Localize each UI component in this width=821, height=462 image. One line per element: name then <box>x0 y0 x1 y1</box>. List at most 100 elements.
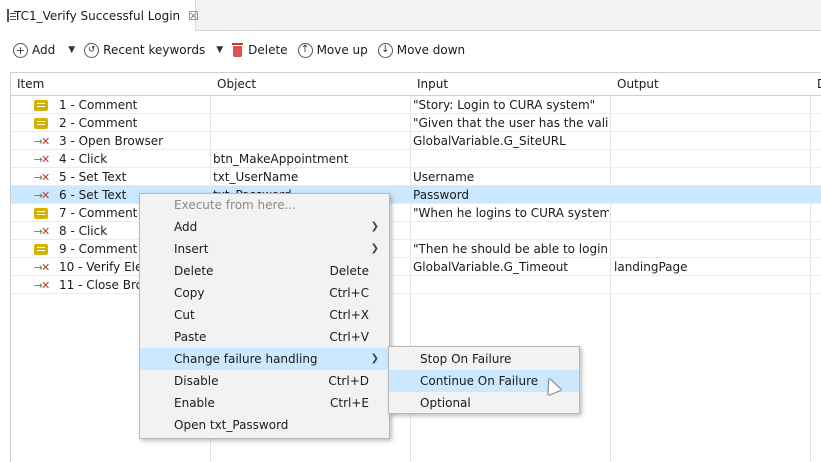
cell-object[interactable] <box>213 132 409 150</box>
cell-output[interactable] <box>614 222 814 240</box>
column-header-output[interactable]: Output <box>611 73 659 95</box>
cell-item[interactable]: 2 - Comment <box>33 114 211 132</box>
cell-input[interactable]: "Then he should be able to login suc <box>413 240 609 258</box>
item-label: 9 - Comment <box>59 242 138 256</box>
table-row[interactable]: 2 - Comment "Given that the user has the … <box>11 114 821 132</box>
submenu-item-stop-on-failure[interactable]: Stop On Failure <box>389 348 579 370</box>
cell-output[interactable] <box>614 132 814 150</box>
comment-icon <box>33 97 49 115</box>
cell-input[interactable] <box>413 276 609 294</box>
cell-input[interactable]: "Story: Login to CURA system" <box>413 96 609 114</box>
menu-item-label: Open txt_Password <box>174 418 289 432</box>
item-label: 1 - Comment <box>59 98 138 112</box>
delete-button[interactable]: Delete <box>232 38 288 62</box>
cell-output[interactable] <box>614 150 814 168</box>
table-row[interactable]: 1 - Comment "Story: Login to CURA system" <box>11 96 821 114</box>
table-row[interactable]: 9 - Comment "Then he should be able to lo… <box>11 240 821 258</box>
plus-icon: + <box>13 42 28 58</box>
column-header-item[interactable]: Item <box>11 73 44 95</box>
cell-object[interactable] <box>213 96 409 114</box>
item-label: 7 - Comment <box>59 206 138 220</box>
add-button[interactable]: + Add <box>13 38 55 62</box>
keyword-step-icon: →✕ <box>33 258 51 276</box>
cell-object[interactable]: btn_MakeAppointment <box>213 150 409 168</box>
menu-item-execute-from-here[interactable]: Execute from here... <box>140 194 389 216</box>
item-label: 2 - Comment <box>59 116 138 130</box>
table-row[interactable]: →✕ 10 - Verify Element Present GlobalVaria… <box>11 258 821 276</box>
cell-output[interactable]: landingPage <box>614 258 814 276</box>
submenu-item-label: Optional <box>420 396 471 410</box>
arrow-down-icon: ↓ <box>377 42 393 58</box>
table-row[interactable]: →✕6 - Set Texttxt_PasswordPassword <box>11 186 821 204</box>
table-row[interactable]: →✕ 8 - Click <box>11 222 821 240</box>
add-dropdown-arrow-icon[interactable]: ▼ <box>68 45 75 55</box>
menu-item-copy[interactable]: Copy Ctrl+C <box>140 282 389 304</box>
item-label: 6 - Set Text <box>59 188 127 202</box>
cell-output[interactable] <box>614 186 814 204</box>
delete-label: Delete <box>248 43 288 57</box>
item-label: 4 - Click <box>59 152 108 166</box>
menu-item-shortcut: Ctrl+D <box>328 374 369 388</box>
step-glyph-icon: →✕ <box>33 279 51 292</box>
menu-item-change-failure-handling[interactable]: Change failure handling ❯ <box>140 348 389 370</box>
cell-input[interactable]: "Given that the user has the valid log <box>413 114 609 132</box>
cell-input[interactable]: GlobalVariable.G_SiteURL <box>413 132 609 150</box>
cell-item[interactable]: →✕ 3 - Open Browser <box>33 132 211 150</box>
cell-output[interactable] <box>614 168 814 186</box>
keyword-step-icon: →✕ <box>33 222 51 240</box>
menu-item-cut[interactable]: Cut Ctrl+X <box>140 304 389 326</box>
recent-keywords-button[interactable]: ↺ Recent keywords <box>84 38 205 62</box>
menu-item-label: Execute from here... <box>174 198 297 212</box>
close-tab-icon[interactable]: ☒ <box>188 9 199 23</box>
table-row[interactable]: →✕ 11 - Close Browser <box>11 276 821 294</box>
menu-item-enable[interactable]: Enable Ctrl+E <box>140 392 389 414</box>
keyword-step-icon: →✕ <box>33 168 51 186</box>
submenu-arrow-icon: ❯ <box>370 353 379 364</box>
cell-object[interactable] <box>213 114 409 132</box>
table-row[interactable]: 7 - Comment "When he logins to CURA syste… <box>11 204 821 222</box>
submenu-item-label: Continue On Failure <box>420 374 539 388</box>
comment-bubble-icon <box>34 117 48 129</box>
menu-item-disable[interactable]: Disable Ctrl+D <box>140 370 389 392</box>
column-header-object[interactable]: Object <box>211 73 256 95</box>
cell-input[interactable] <box>413 222 609 240</box>
table-row[interactable]: →✕ 3 - Open Browser GlobalVariable.G_SiteU… <box>11 132 821 150</box>
cell-input[interactable]: "When he logins to CURA system" <box>413 204 609 222</box>
comment-bubble-icon <box>34 207 48 219</box>
menu-item-label: Cut <box>174 308 195 322</box>
context-menu: Execute from here... Add ❯ Insert ❯ Delete Del… <box>139 193 390 439</box>
editor-tab-bar: TC1_Verify Successful Login ☒ <box>0 0 821 31</box>
column-header-description[interactable]: D <box>811 73 821 95</box>
item-label: 3 - Open Browser <box>59 134 164 148</box>
recent-dropdown-arrow-icon[interactable]: ▼ <box>216 45 223 55</box>
trash-icon <box>232 43 244 57</box>
menu-item-delete[interactable]: Delete Delete <box>140 260 389 282</box>
menu-item-shortcut: Ctrl+V <box>329 330 369 344</box>
cell-input[interactable]: Username <box>413 168 609 186</box>
cell-output[interactable] <box>614 204 814 222</box>
menu-item-shortcut: Ctrl+X <box>329 308 369 322</box>
cell-input[interactable] <box>413 150 609 168</box>
cell-item[interactable]: →✕ 5 - Set Text <box>33 168 211 186</box>
cell-input[interactable]: Password <box>413 186 609 204</box>
move-up-button[interactable]: ↑ Move up <box>297 38 368 62</box>
table-row[interactable]: →✕ 4 - Click btn_MakeAppointment <box>11 150 821 168</box>
menu-item-paste[interactable]: Paste Ctrl+V <box>140 326 389 348</box>
table-row[interactable]: →✕ 5 - Set Text txt_UserName Username <box>11 168 821 186</box>
move-down-button[interactable]: ↓ Move down <box>377 38 465 62</box>
cell-output[interactable] <box>614 240 814 258</box>
cell-object[interactable]: txt_UserName <box>213 168 409 186</box>
tab-test-case[interactable]: TC1_Verify Successful Login ☒ <box>0 0 199 31</box>
menu-item-insert[interactable]: Insert ❯ <box>140 238 389 260</box>
cell-output[interactable] <box>614 114 814 132</box>
cell-output[interactable] <box>614 96 814 114</box>
menu-item-add[interactable]: Add ❯ <box>140 216 389 238</box>
cell-item[interactable]: 1 - Comment <box>33 96 211 114</box>
cell-input[interactable]: GlobalVariable.G_Timeout <box>413 258 609 276</box>
cell-output[interactable] <box>614 276 814 294</box>
move-up-label: Move up <box>316 43 368 57</box>
submenu-item-optional[interactable]: Optional <box>389 392 579 414</box>
cell-item[interactable]: →✕ 4 - Click <box>33 150 211 168</box>
column-header-input[interactable]: Input <box>411 73 448 95</box>
menu-item-open-txt-password[interactable]: Open txt_Password <box>140 414 389 436</box>
